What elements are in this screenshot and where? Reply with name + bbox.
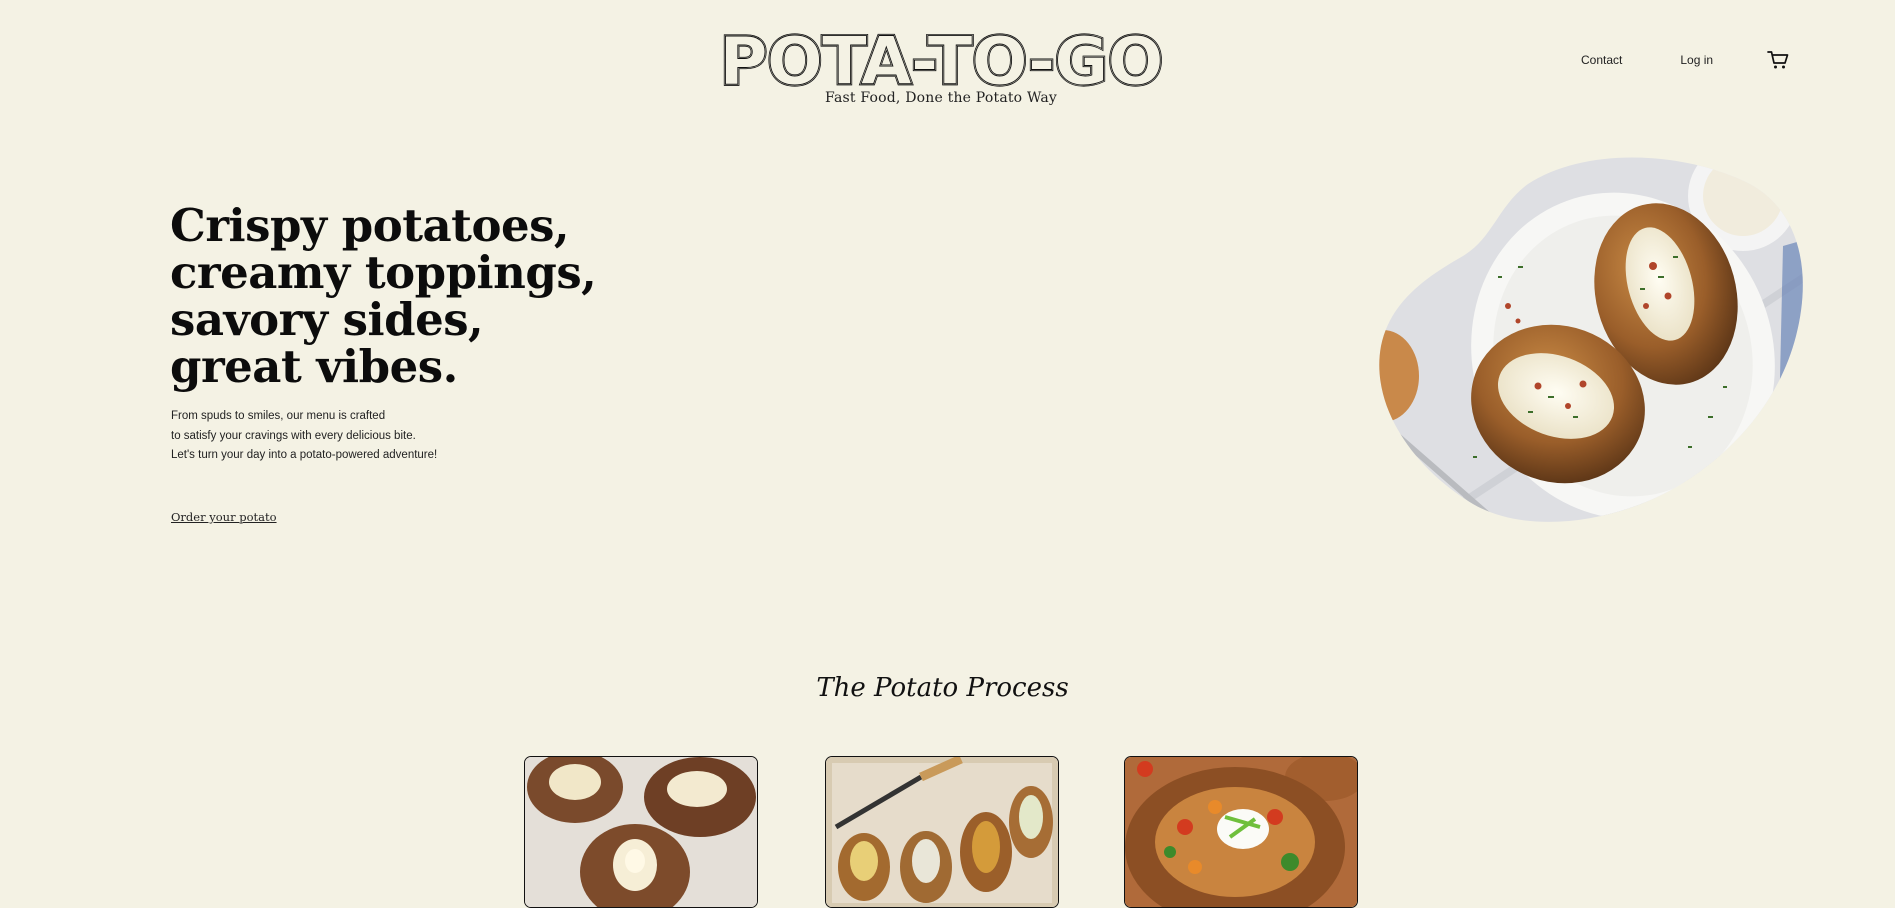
brand: POTA-TO-GO POTA-TO-GO POTA-TO-GO POTA-TO… — [698, 28, 1184, 106]
order-potato-link[interactable]: Order your potato — [171, 510, 277, 524]
hero-headline-line: creamy toppings, — [170, 246, 597, 299]
logo[interactable]: POTA-TO-GO POTA-TO-GO POTA-TO-GO POTA-TO… — [698, 28, 1184, 90]
process-card-image — [1125, 757, 1357, 907]
process-title: The Potato Process — [816, 673, 1069, 703]
svg-text:POTA-TO-GO: POTA-TO-GO — [719, 28, 1162, 90]
cart-icon[interactable] — [1767, 50, 1789, 70]
nav-login-link[interactable]: Log in — [1680, 53, 1713, 67]
process-card[interactable] — [524, 756, 758, 908]
logo-wordmark: POTA-TO-GO POTA-TO-GO POTA-TO-GO POTA-TO… — [717, 28, 1166, 90]
hero-description-line: to satisfy your cravings with every deli… — [171, 429, 416, 442]
hero-headline-line: great vibes. — [170, 340, 458, 393]
site-header: POTA-TO-GO POTA-TO-GO POTA-TO-GO POTA-TO… — [0, 0, 1895, 120]
hero-description-line: Let's turn your day into a potato-powere… — [171, 449, 438, 461]
process-card-image — [525, 757, 757, 907]
hero-description-line: From spuds to smiles, our menu is crafte… — [171, 410, 386, 422]
hero-description: From spuds to smiles, our menu is crafte… — [171, 407, 437, 466]
hero-headline-line: savory sides, — [170, 293, 484, 346]
nav-contact-link[interactable]: Contact — [1581, 53, 1622, 67]
hero-headline-line: Crispy potatoes, — [170, 199, 570, 252]
process-card[interactable] — [825, 756, 1059, 908]
hero-potato-image — [1379, 157, 1803, 522]
tagline: Fast Food, Done the Potato Way — [824, 90, 1057, 106]
top-nav: Contact Log in — [1581, 50, 1789, 70]
hero-headline: Crispy potatoes, creamy toppings, savory… — [170, 199, 597, 393]
process-card[interactable] — [1124, 756, 1358, 908]
process-card-image — [826, 757, 1058, 907]
